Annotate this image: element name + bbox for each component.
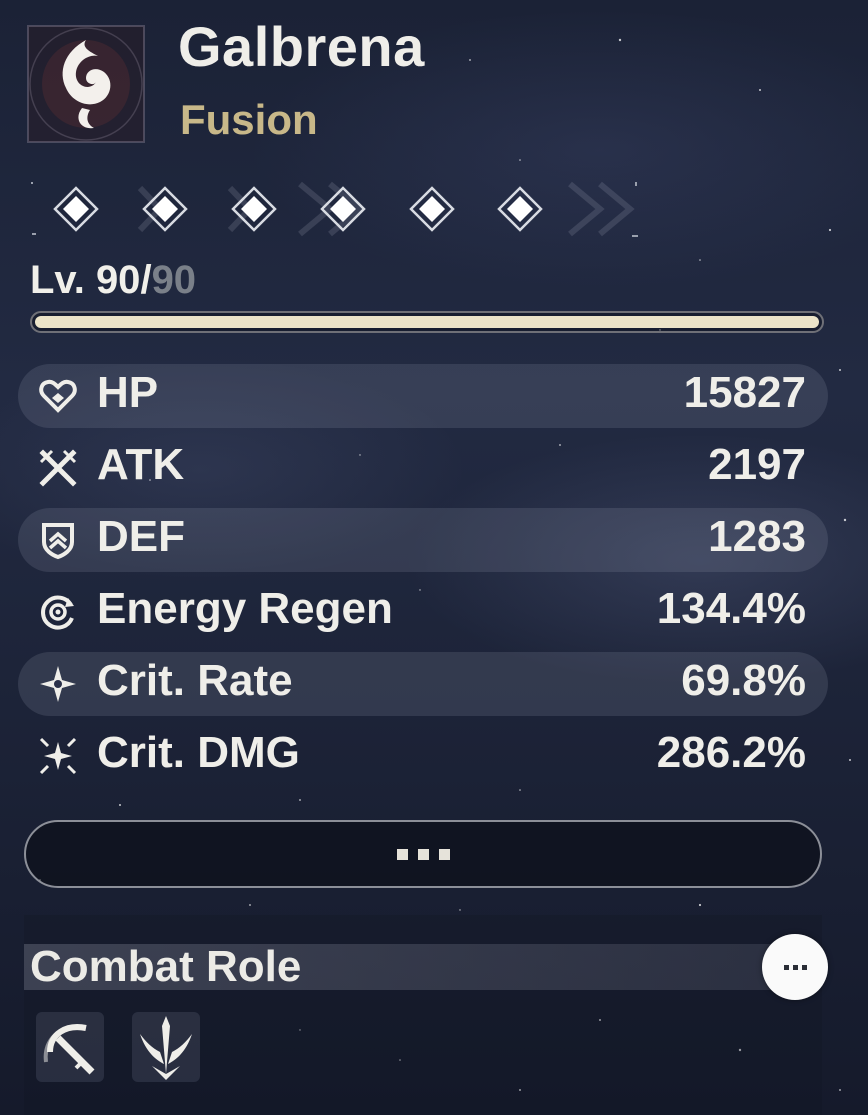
character-name: Galbrena xyxy=(178,15,425,78)
stat-label: DEF xyxy=(97,512,185,561)
stat-row-def: DEF 1283 xyxy=(18,508,828,572)
sequence-node-3[interactable] xyxy=(231,186,277,232)
fusion-flame-icon xyxy=(27,25,145,143)
stat-value: 286.2% xyxy=(656,728,806,777)
diamond-node-icon xyxy=(320,186,366,232)
ellipsis-icon xyxy=(396,848,450,860)
element-label: Fusion xyxy=(180,96,318,143)
stat-row-energy-regen: Energy Regen 134.4% xyxy=(18,580,828,644)
level-current: 90 xyxy=(95,258,141,302)
stat-row-atk: ATK 2197 xyxy=(18,436,828,500)
diamond-node-icon xyxy=(231,186,277,232)
stat-row-crit-rate: Crit. Rate 69.8% xyxy=(18,652,828,716)
level-progress-bar xyxy=(30,311,824,333)
stat-value: 2197 xyxy=(708,440,806,489)
shield-icon xyxy=(38,520,78,560)
stat-value: 1283 xyxy=(708,512,806,561)
level-progress-fill xyxy=(35,316,819,328)
energy-regen-icon xyxy=(38,592,78,632)
stat-label: HP xyxy=(97,368,159,417)
combat-role-more-button[interactable] xyxy=(762,934,828,1000)
level-prefix: Lv. xyxy=(30,258,96,302)
stat-label: Energy Regen xyxy=(97,584,393,633)
stat-row-crit-dmg: Crit. DMG 286.2% xyxy=(18,724,828,788)
diamond-node-icon xyxy=(142,186,188,232)
stat-label: ATK xyxy=(97,440,185,489)
sequence-nodes xyxy=(30,176,642,242)
sequence-node-2[interactable] xyxy=(142,186,188,232)
stat-label: Crit. DMG xyxy=(97,728,300,777)
level-max: 90 xyxy=(151,258,197,302)
crit-dmg-burst-icon xyxy=(38,736,78,776)
more-stats-button[interactable] xyxy=(24,820,822,888)
sequence-node-6[interactable] xyxy=(497,186,543,232)
crit-rate-star-icon xyxy=(38,664,78,704)
sequence-node-1[interactable] xyxy=(53,186,99,232)
stat-value: 69.8% xyxy=(681,656,806,705)
level-separator: / xyxy=(140,258,152,302)
diamond-node-icon xyxy=(53,186,99,232)
stat-value: 134.4% xyxy=(656,584,806,633)
stat-label: Crit. Rate xyxy=(97,656,293,705)
stat-value: 15827 xyxy=(683,368,806,417)
crossed-swords-icon xyxy=(38,448,78,488)
level-display: Lv. 90/90 xyxy=(30,258,196,303)
stat-row-hp: HP 15827 xyxy=(18,364,828,428)
sequence-node-4[interactable] xyxy=(320,186,366,232)
combat-role-2[interactable] xyxy=(132,1012,200,1082)
sequence-node-5[interactable] xyxy=(409,186,455,232)
trident-icon xyxy=(140,1016,192,1080)
diamond-node-icon xyxy=(409,186,455,232)
combat-role-title: Combat Role xyxy=(30,942,302,991)
ellipsis-icon xyxy=(783,964,807,970)
element-emblem xyxy=(24,22,148,146)
heart-icon xyxy=(38,376,78,416)
sword-slash-icon xyxy=(43,1024,95,1075)
combat-role-1[interactable] xyxy=(36,1012,104,1082)
diamond-node-icon xyxy=(497,186,543,232)
